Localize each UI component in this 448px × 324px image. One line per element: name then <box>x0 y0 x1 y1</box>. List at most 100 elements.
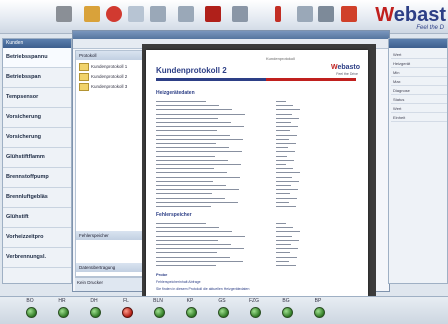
folder-icon <box>79 73 89 81</box>
book-icon[interactable] <box>205 6 221 22</box>
status-led-icon <box>26 307 37 318</box>
doc-text-line <box>156 235 326 238</box>
nav-item[interactable]: Tempsensor <box>3 88 71 108</box>
doc-text-line <box>156 247 326 250</box>
right-panel-header <box>389 39 447 48</box>
tree-header: Protokoll <box>76 51 146 60</box>
nav-item[interactable]: Glühstiftflamm <box>3 148 71 168</box>
export-icon[interactable] <box>128 6 144 22</box>
alert-icon[interactable] <box>341 6 357 22</box>
nav-item[interactable]: Vorheizzeitpro <box>3 228 71 248</box>
tree-item[interactable]: Kundenprotokoll 2 <box>79 73 127 81</box>
doc-title: Kundenprotokoll 2 <box>156 66 227 75</box>
grid-row[interactable]: Wert <box>391 105 447 113</box>
doc-text-line <box>156 222 326 225</box>
led-label: BG <box>282 298 290 304</box>
doc-text-line <box>156 142 326 145</box>
doc-text-line <box>156 163 326 166</box>
nav-item[interactable]: Glühstift <box>3 208 71 228</box>
doc-section-heading: Heizgerätedaten <box>156 90 195 96</box>
table-icon[interactable] <box>232 6 248 22</box>
led-label: FL <box>123 298 129 304</box>
nav-item[interactable]: Brennstoffpump <box>3 168 71 188</box>
doc-text-line <box>156 230 326 233</box>
main-toolbar: Webast Feel the D <box>0 0 448 34</box>
doc-text-line <box>156 150 326 153</box>
doc-stripe <box>156 78 356 81</box>
status-led-icon <box>218 307 229 318</box>
status-led-icon <box>58 307 69 318</box>
left-nav-list: Betriebsspannu Betriebsspan Tempsensor Vors… <box>3 48 71 268</box>
left-nav-panel: Kunden Betriebsspannu Betriebsspan Tempsen… <box>2 38 72 284</box>
doc-text-line <box>156 134 326 137</box>
doc-logo: Webasto <box>330 64 360 71</box>
doc-text-line <box>156 260 326 263</box>
grid-icon[interactable] <box>297 6 313 22</box>
status-led-icon <box>186 307 197 318</box>
info-icon[interactable] <box>275 6 281 22</box>
doc-text-line <box>156 184 326 187</box>
image-icon[interactable] <box>318 6 334 22</box>
grid-row[interactable]: Diagnose <box>391 87 447 95</box>
brand-logo: Webast <box>375 4 446 26</box>
doc-section-heading: Fehlerspeicher <box>156 212 192 218</box>
grid-row[interactable]: Min <box>391 69 447 77</box>
tools-icon[interactable] <box>84 6 100 22</box>
doc-text-line <box>156 201 326 204</box>
nav-item[interactable]: Verbrennungsl. <box>3 248 71 268</box>
scissors-icon[interactable] <box>56 6 72 22</box>
doc-text-line <box>156 146 326 149</box>
doc-text-line <box>156 180 326 183</box>
doc-text-line <box>156 167 326 170</box>
led-label: FZG <box>249 298 259 304</box>
dialog-titlebar <box>73 31 389 39</box>
right-data-panel: Wert Heizgerät Min Max Diagnose Status Wert Ein… <box>388 38 448 284</box>
status-led-icon <box>122 307 133 318</box>
doc-text-line <box>156 155 326 158</box>
grid-row[interactable]: Einheit <box>391 114 447 122</box>
doc-text-line <box>156 129 326 132</box>
doc-text-line <box>156 192 326 195</box>
brand-tagline: Feel the D <box>416 25 444 31</box>
print-icon[interactable] <box>150 6 166 22</box>
doc-text-line <box>156 117 326 120</box>
tree-item[interactable]: Kundenprotokoll 3 <box>79 83 127 91</box>
nav-item[interactable]: Brennluftgebläs <box>3 188 71 208</box>
nav-item[interactable]: Vorsicherung <box>3 128 71 148</box>
doc-section-heading: Probe <box>156 272 168 277</box>
status-led-icon <box>250 307 261 318</box>
doc-text-line <box>156 197 326 200</box>
nav-item[interactable]: Vorsicherung <box>3 108 71 128</box>
doc-header: Kundenprotokoll <box>266 56 295 61</box>
grid-row[interactable]: Heizgerät <box>391 60 447 68</box>
grid-row[interactable]: Status <box>391 96 447 104</box>
led-label: HR <box>58 298 66 304</box>
doc-text-line <box>156 188 326 191</box>
doc-text-line <box>156 264 326 267</box>
doc-text-line <box>156 205 326 208</box>
doc-text-line <box>156 125 326 128</box>
grid-row[interactable]: Wert <box>391 51 447 59</box>
status-led-icon <box>282 307 293 318</box>
status-led-icon <box>154 307 165 318</box>
doc-text-line <box>156 100 326 103</box>
protocol-tree: Protokoll Kundenprotokoll 1 Kundenprotok… <box>75 50 147 277</box>
record-icon[interactable] <box>106 6 122 22</box>
led-label: BLN <box>153 298 163 304</box>
doc-text-line <box>156 239 326 242</box>
doc-text-line <box>156 121 326 124</box>
grid-row[interactable]: Max <box>391 78 447 86</box>
nav-item[interactable]: Betriebsspan <box>3 68 71 88</box>
document-page: Kundenprotokoll Kundenprotokoll 2 Webast… <box>146 50 368 296</box>
doc-text-line <box>156 171 326 174</box>
doc-text-line <box>156 243 326 246</box>
doc-text-line <box>156 251 326 254</box>
section-fehlerspeicher[interactable]: Fehlerspeicher <box>76 231 146 240</box>
nav-item[interactable]: Betriebsspannu <box>3 48 71 68</box>
led-label: BP <box>314 298 322 304</box>
tree-item[interactable]: Kundenprotokoll 1 <box>79 63 127 71</box>
left-nav-header: Kunden <box>3 39 71 48</box>
section-datenuebertragung[interactable]: Datenübertragung <box>76 263 146 272</box>
chart-icon[interactable] <box>178 6 194 22</box>
doc-text-line <box>156 256 326 259</box>
